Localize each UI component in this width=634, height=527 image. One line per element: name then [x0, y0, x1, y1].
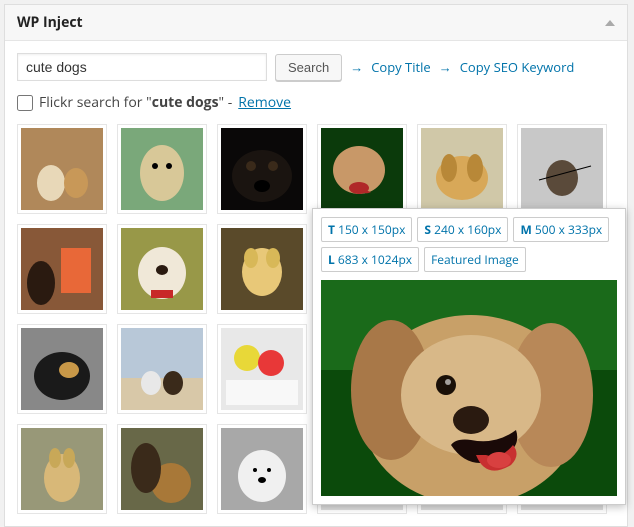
featured-image-button[interactable]: Featured Image: [424, 247, 526, 272]
source-suffix: " -: [219, 93, 233, 112]
panel-title: WP Inject: [17, 13, 83, 32]
result-thumb[interactable]: [117, 224, 207, 314]
result-thumb[interactable]: [117, 324, 207, 414]
result-thumb[interactable]: [217, 224, 307, 314]
arrow-icon: →: [350, 58, 363, 76]
search-button[interactable]: Search: [275, 54, 342, 81]
copy-seo-link[interactable]: Copy SEO Keyword: [460, 58, 575, 76]
result-thumb[interactable]: [217, 324, 307, 414]
size-s-button[interactable]: S 240 x 160px: [417, 217, 508, 242]
result-thumb[interactable]: [117, 424, 207, 514]
size-l-button[interactable]: L 683 x 1024px: [321, 247, 419, 272]
arrow-icon: →: [439, 58, 452, 76]
source-row: Flickr search for "cute dogs" - Remove: [17, 93, 615, 112]
result-thumb[interactable]: [17, 324, 107, 414]
source-prefix: Flickr search for ": [39, 93, 152, 112]
source-checkbox[interactable]: [17, 95, 33, 111]
size-m-button[interactable]: M 500 x 333px: [513, 217, 609, 242]
size-m-label: 500 x 333px: [535, 221, 602, 238]
result-thumb[interactable]: [17, 124, 107, 214]
result-thumb[interactable]: [17, 424, 107, 514]
size-l-label: 683 x 1024px: [338, 251, 412, 268]
collapse-toggle-icon[interactable]: [605, 20, 615, 26]
result-thumb[interactable]: [217, 124, 307, 214]
result-thumb[interactable]: [17, 224, 107, 314]
result-thumb[interactable]: [217, 424, 307, 514]
size-preview-popup: T 150 x 150px S 240 x 160px M 500 x 333p…: [312, 208, 626, 505]
preview-image: [321, 280, 617, 496]
remove-link[interactable]: Remove: [238, 93, 291, 112]
result-thumb[interactable]: [117, 124, 207, 214]
search-input[interactable]: [17, 53, 267, 81]
size-s-label: 240 x 160px: [434, 221, 501, 238]
size-t-label: 150 x 150px: [338, 221, 405, 238]
copy-title-link[interactable]: Copy Title: [371, 58, 431, 76]
source-term: cute dogs: [152, 93, 219, 112]
source-label: Flickr search for "cute dogs" -: [39, 93, 232, 112]
result-thumb[interactable]: [317, 124, 407, 214]
search-row: Search → Copy Title → Copy SEO Keyword: [17, 53, 615, 81]
size-t-button[interactable]: T 150 x 150px: [321, 217, 412, 242]
size-buttons-row: T 150 x 150px S 240 x 160px M 500 x 333p…: [321, 217, 617, 272]
result-thumb[interactable]: [417, 124, 507, 214]
panel-header: WP Inject: [5, 5, 627, 41]
result-thumb[interactable]: [517, 124, 607, 214]
